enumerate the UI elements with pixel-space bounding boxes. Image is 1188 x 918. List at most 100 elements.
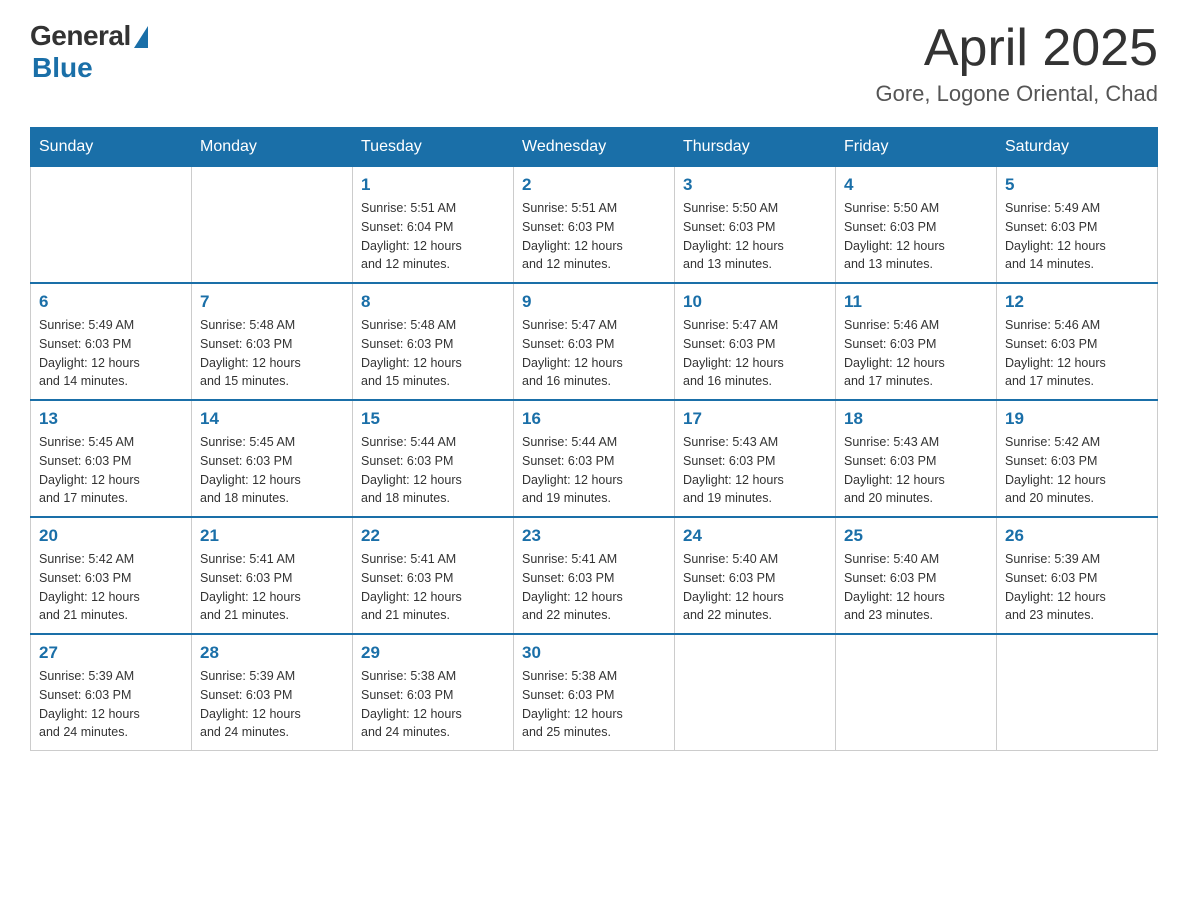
- day-number: 5: [1005, 175, 1149, 195]
- day-number: 10: [683, 292, 827, 312]
- day-number: 23: [522, 526, 666, 546]
- day-info: Sunrise: 5:50 AM Sunset: 6:03 PM Dayligh…: [844, 199, 988, 274]
- day-number: 9: [522, 292, 666, 312]
- day-number: 15: [361, 409, 505, 429]
- calendar-cell: 11Sunrise: 5:46 AM Sunset: 6:03 PM Dayli…: [836, 283, 997, 400]
- day-info: Sunrise: 5:51 AM Sunset: 6:04 PM Dayligh…: [361, 199, 505, 274]
- day-info: Sunrise: 5:40 AM Sunset: 6:03 PM Dayligh…: [683, 550, 827, 625]
- day-info: Sunrise: 5:45 AM Sunset: 6:03 PM Dayligh…: [39, 433, 183, 508]
- day-number: 1: [361, 175, 505, 195]
- column-header-friday: Friday: [836, 128, 997, 167]
- day-number: 4: [844, 175, 988, 195]
- day-info: Sunrise: 5:38 AM Sunset: 6:03 PM Dayligh…: [522, 667, 666, 742]
- calendar-cell: 28 Sunrise: 5:39 AM Sunset: 6:03 PM Dayli…: [192, 634, 353, 751]
- day-info: Sunrise: 5:39 AM Sunset: 6:03 PM Dayligh…: [1005, 550, 1149, 625]
- day-number: 7: [200, 292, 344, 312]
- column-header-tuesday: Tuesday: [353, 128, 514, 167]
- day-info: Sunrise: 5:41 AM Sunset: 6:03 PM Dayligh…: [200, 550, 344, 625]
- month-title: April 2025: [875, 20, 1158, 77]
- calendar-cell: 24 Sunrise: 5:40 AM Sunset: 6:03 PM Dayli…: [675, 517, 836, 634]
- day-info: Sunrise: 5:41 AM Sunset: 6:03 PM Dayligh…: [522, 550, 666, 625]
- day-info: Sunrise: 5:44 AM Sunset: 6:03 PM Dayligh…: [361, 433, 505, 508]
- day-info: Sunrise: 5:43 AM Sunset: 6:03 PM Dayligh…: [844, 433, 988, 508]
- calendar-cell: 13Sunrise: 5:45 AM Sunset: 6:03 PM Dayli…: [31, 400, 192, 517]
- calendar-cell: 30 Sunrise: 5:38 AM Sunset: 6:03 PM Dayli…: [514, 634, 675, 751]
- location-title: Gore, Logone Oriental, Chad: [875, 81, 1158, 107]
- calendar-cell: 4 Sunrise: 5:50 AM Sunset: 6:03 PM Daylig…: [836, 167, 997, 284]
- calendar-cell: 27Sunrise: 5:39 AM Sunset: 6:03 PM Dayli…: [31, 634, 192, 751]
- calendar-cell: 21 Sunrise: 5:41 AM Sunset: 6:03 PM Dayli…: [192, 517, 353, 634]
- calendar-cell: 5 Sunrise: 5:49 AM Sunset: 6:03 PM Daylig…: [997, 167, 1158, 284]
- calendar-cell: 10 Sunrise: 5:47 AM Sunset: 6:03 PM Dayli…: [675, 283, 836, 400]
- day-info: Sunrise: 5:42 AM Sunset: 6:03 PM Dayligh…: [39, 550, 183, 625]
- day-number: 19: [1005, 409, 1149, 429]
- logo-triangle-icon: [134, 26, 148, 48]
- day-number: 14: [200, 409, 344, 429]
- calendar-cell: 15 Sunrise: 5:44 AM Sunset: 6:03 PM Dayli…: [353, 400, 514, 517]
- day-number: 24: [683, 526, 827, 546]
- day-info: Sunrise: 5:50 AM Sunset: 6:03 PM Dayligh…: [683, 199, 827, 274]
- day-info: Sunrise: 5:47 AM Sunset: 6:03 PM Dayligh…: [683, 316, 827, 391]
- title-section: April 2025 Gore, Logone Oriental, Chad: [875, 20, 1158, 107]
- calendar-cell: 18 Sunrise: 5:43 AM Sunset: 6:03 PM Dayli…: [836, 400, 997, 517]
- calendar-cell: [675, 634, 836, 751]
- calendar-table: SundayMondayTuesdayWednesdayThursdayFrid…: [30, 127, 1158, 751]
- column-header-sunday: Sunday: [31, 128, 192, 167]
- page-header: General Blue April 2025 Gore, Logone Ori…: [30, 20, 1158, 107]
- day-number: 17: [683, 409, 827, 429]
- day-info: Sunrise: 5:40 AM Sunset: 6:03 PM Dayligh…: [844, 550, 988, 625]
- calendar-cell: [192, 167, 353, 284]
- day-number: 22: [361, 526, 505, 546]
- day-number: 29: [361, 643, 505, 663]
- day-info: Sunrise: 5:39 AM Sunset: 6:03 PM Dayligh…: [200, 667, 344, 742]
- calendar-cell: 17Sunrise: 5:43 AM Sunset: 6:03 PM Dayli…: [675, 400, 836, 517]
- day-number: 28: [200, 643, 344, 663]
- day-info: Sunrise: 5:45 AM Sunset: 6:03 PM Dayligh…: [200, 433, 344, 508]
- calendar-cell: 23 Sunrise: 5:41 AM Sunset: 6:03 PM Dayli…: [514, 517, 675, 634]
- logo-general-text: General: [30, 20, 131, 52]
- column-header-thursday: Thursday: [675, 128, 836, 167]
- calendar-cell: 16Sunrise: 5:44 AM Sunset: 6:03 PM Dayli…: [514, 400, 675, 517]
- calendar-cell: 6 Sunrise: 5:49 AM Sunset: 6:03 PM Daylig…: [31, 283, 192, 400]
- day-number: 8: [361, 292, 505, 312]
- day-number: 2: [522, 175, 666, 195]
- day-info: Sunrise: 5:51 AM Sunset: 6:03 PM Dayligh…: [522, 199, 666, 274]
- column-header-wednesday: Wednesday: [514, 128, 675, 167]
- calendar-week-row: 20 Sunrise: 5:42 AM Sunset: 6:03 PM Dayli…: [31, 517, 1158, 634]
- calendar-cell: 7 Sunrise: 5:48 AM Sunset: 6:03 PM Daylig…: [192, 283, 353, 400]
- day-number: 21: [200, 526, 344, 546]
- calendar-cell: 22Sunrise: 5:41 AM Sunset: 6:03 PM Dayli…: [353, 517, 514, 634]
- calendar-cell: [31, 167, 192, 284]
- day-info: Sunrise: 5:39 AM Sunset: 6:03 PM Dayligh…: [39, 667, 183, 742]
- calendar-cell: 14 Sunrise: 5:45 AM Sunset: 6:03 PM Dayli…: [192, 400, 353, 517]
- day-info: Sunrise: 5:49 AM Sunset: 6:03 PM Dayligh…: [1005, 199, 1149, 274]
- calendar-week-row: 6 Sunrise: 5:49 AM Sunset: 6:03 PM Daylig…: [31, 283, 1158, 400]
- logo-blue-text: Blue: [32, 52, 93, 84]
- day-info: Sunrise: 5:47 AM Sunset: 6:03 PM Dayligh…: [522, 316, 666, 391]
- day-number: 18: [844, 409, 988, 429]
- day-info: Sunrise: 5:44 AM Sunset: 6:03 PM Dayligh…: [522, 433, 666, 508]
- day-info: Sunrise: 5:46 AM Sunset: 6:03 PM Dayligh…: [1005, 316, 1149, 391]
- day-info: Sunrise: 5:49 AM Sunset: 6:03 PM Dayligh…: [39, 316, 183, 391]
- day-number: 26: [1005, 526, 1149, 546]
- calendar-cell: 3 Sunrise: 5:50 AM Sunset: 6:03 PM Daylig…: [675, 167, 836, 284]
- day-info: Sunrise: 5:48 AM Sunset: 6:03 PM Dayligh…: [200, 316, 344, 391]
- day-number: 20: [39, 526, 183, 546]
- calendar-cell: 20 Sunrise: 5:42 AM Sunset: 6:03 PM Dayli…: [31, 517, 192, 634]
- day-number: 25: [844, 526, 988, 546]
- day-number: 3: [683, 175, 827, 195]
- calendar-header-row: SundayMondayTuesdayWednesdayThursdayFrid…: [31, 128, 1158, 167]
- day-info: Sunrise: 5:48 AM Sunset: 6:03 PM Dayligh…: [361, 316, 505, 391]
- calendar-cell: 19 Sunrise: 5:42 AM Sunset: 6:03 PM Dayli…: [997, 400, 1158, 517]
- calendar-cell: 2 Sunrise: 5:51 AM Sunset: 6:03 PM Daylig…: [514, 167, 675, 284]
- calendar-cell: 26 Sunrise: 5:39 AM Sunset: 6:03 PM Dayli…: [997, 517, 1158, 634]
- calendar-week-row: 27Sunrise: 5:39 AM Sunset: 6:03 PM Dayli…: [31, 634, 1158, 751]
- calendar-cell: 29 Sunrise: 5:38 AM Sunset: 6:03 PM Dayli…: [353, 634, 514, 751]
- day-info: Sunrise: 5:42 AM Sunset: 6:03 PM Dayligh…: [1005, 433, 1149, 508]
- day-info: Sunrise: 5:38 AM Sunset: 6:03 PM Dayligh…: [361, 667, 505, 742]
- day-number: 30: [522, 643, 666, 663]
- calendar-cell: 1 Sunrise: 5:51 AM Sunset: 6:04 PM Daylig…: [353, 167, 514, 284]
- calendar-week-row: 13Sunrise: 5:45 AM Sunset: 6:03 PM Dayli…: [31, 400, 1158, 517]
- calendar-cell: 25 Sunrise: 5:40 AM Sunset: 6:03 PM Dayli…: [836, 517, 997, 634]
- day-number: 6: [39, 292, 183, 312]
